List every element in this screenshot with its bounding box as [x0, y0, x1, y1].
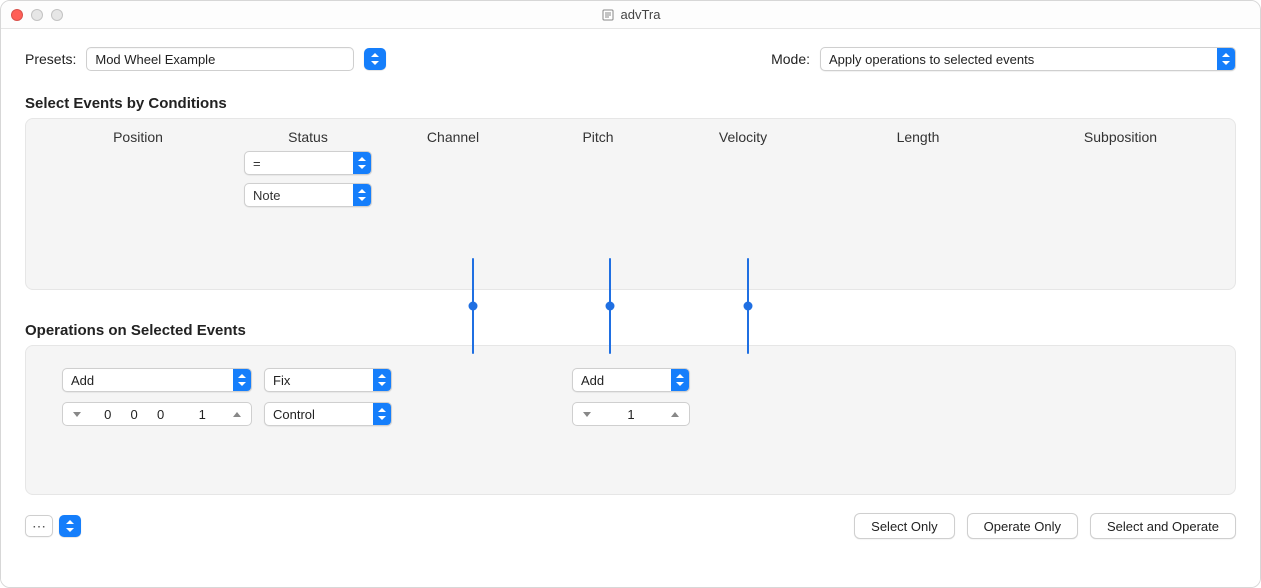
more-actions-menu-button[interactable]: [59, 515, 81, 537]
chevron-up-icon: [671, 412, 679, 417]
linkage-bars: [25, 280, 1236, 326]
column-header-channel: Channel: [378, 129, 528, 145]
op-pitch-select[interactable]: Add: [572, 368, 690, 392]
column-header-pitch: Pitch: [528, 129, 668, 145]
operations-row-2: 0 0 0 1 Control 1: [62, 402, 1223, 426]
conditions-section-title: Select Events by Conditions: [25, 95, 1236, 112]
link-handle-channel[interactable]: [472, 258, 474, 354]
updown-icon: [1222, 53, 1230, 65]
column-header-velocity: Velocity: [668, 129, 818, 145]
updown-icon: [676, 374, 684, 386]
body: Presets: Mod Wheel Example Mode: Apply o…: [1, 29, 1260, 587]
op-position-select[interactable]: Add: [62, 368, 252, 392]
status-value-value: Note: [245, 188, 353, 203]
close-window-button[interactable]: [11, 9, 23, 21]
op-status-value: Fix: [265, 373, 373, 388]
drag-handle-icon: [744, 302, 753, 311]
ellipsis-icon: ⋯: [32, 518, 46, 535]
presets-group: Presets: Mod Wheel Example: [25, 47, 386, 71]
op-pitch-value: Add: [573, 373, 671, 388]
select-endcap: [353, 152, 371, 174]
select-endcap: [233, 369, 251, 391]
updown-icon: [66, 520, 74, 532]
titlebar: advTra: [1, 1, 1260, 29]
presets-menu-button[interactable]: [364, 48, 386, 70]
updown-icon: [378, 408, 386, 420]
presets-input[interactable]: Mod Wheel Example: [86, 47, 354, 71]
link-handle-pitch[interactable]: [609, 258, 611, 354]
more-actions-button[interactable]: ⋯: [25, 515, 53, 537]
updown-icon: [358, 189, 366, 201]
updown-icon: [238, 374, 246, 386]
select-endcap: [671, 369, 689, 391]
op-pitch-stepper-value: 1: [601, 407, 661, 422]
select-and-operate-label: Select and Operate: [1107, 519, 1219, 534]
mode-value: Apply operations to selected events: [821, 52, 1217, 67]
window-title: advTra: [601, 7, 661, 22]
select-endcap: [373, 369, 391, 391]
column-header-status: Status: [238, 129, 378, 145]
op-status-value-label: Control: [265, 407, 373, 422]
operate-only-label: Operate Only: [984, 519, 1061, 534]
op-position-value: Add: [63, 373, 233, 388]
op-position-stepper-value: 0 0 0 1: [91, 407, 223, 422]
stepper-decrement[interactable]: [573, 403, 601, 425]
window-title-text: advTra: [621, 7, 661, 22]
operations-row-1: Add Fix Add: [62, 368, 1223, 392]
column-header-subposition: Subposition: [1018, 129, 1223, 145]
drag-handle-icon: [606, 302, 615, 311]
updown-icon: [371, 53, 379, 65]
op-status-value-select[interactable]: Control: [264, 402, 392, 426]
op-status-select[interactable]: Fix: [264, 368, 392, 392]
presets-value: Mod Wheel Example: [95, 52, 215, 67]
link-handle-velocity[interactable]: [747, 258, 749, 354]
window: advTra Presets: Mod Wheel Example Mode: …: [0, 0, 1261, 588]
select-and-operate-button[interactable]: Select and Operate: [1090, 513, 1236, 539]
op-position-stepper[interactable]: 0 0 0 1: [62, 402, 252, 426]
footer: ⋯ Select Only Operate Only Select and Op…: [25, 513, 1236, 539]
status-operator-value: =: [245, 156, 353, 171]
conditions-section: Position Status Channel Pitch Velocity L…: [25, 118, 1236, 290]
stepper-increment[interactable]: [223, 403, 251, 425]
column-header-position: Position: [38, 129, 238, 145]
mode-label: Mode:: [771, 51, 810, 67]
chevron-up-icon: [233, 412, 241, 417]
mode-group: Mode: Apply operations to selected event…: [771, 47, 1236, 71]
chevron-down-icon: [73, 412, 81, 417]
presets-label: Presets:: [25, 51, 76, 67]
stepper-decrement[interactable]: [63, 403, 91, 425]
select-only-label: Select Only: [871, 519, 937, 534]
chevron-down-icon: [583, 412, 591, 417]
select-only-button[interactable]: Select Only: [854, 513, 954, 539]
mode-select[interactable]: Apply operations to selected events: [820, 47, 1236, 71]
select-endcap: [353, 184, 371, 206]
status-value-select[interactable]: Note: [244, 183, 372, 207]
conditions-columns-header: Position Status Channel Pitch Velocity L…: [38, 129, 1223, 145]
updown-icon: [358, 157, 366, 169]
updown-icon: [378, 374, 386, 386]
operations-section: Add Fix Add 0 0: [25, 345, 1236, 495]
minimize-window-button[interactable]: [31, 9, 43, 21]
stepper-increment[interactable]: [661, 403, 689, 425]
column-header-length: Length: [818, 129, 1018, 145]
select-endcap: [373, 403, 391, 425]
status-operator-select[interactable]: =: [244, 151, 372, 175]
mode-select-endcap: [1217, 48, 1235, 70]
top-row: Presets: Mod Wheel Example Mode: Apply o…: [25, 47, 1236, 71]
document-icon: [601, 8, 615, 22]
traffic-lights: [1, 9, 63, 21]
op-pitch-stepper[interactable]: 1: [572, 402, 690, 426]
drag-handle-icon: [469, 302, 478, 311]
operate-only-button[interactable]: Operate Only: [967, 513, 1078, 539]
zoom-window-button[interactable]: [51, 9, 63, 21]
